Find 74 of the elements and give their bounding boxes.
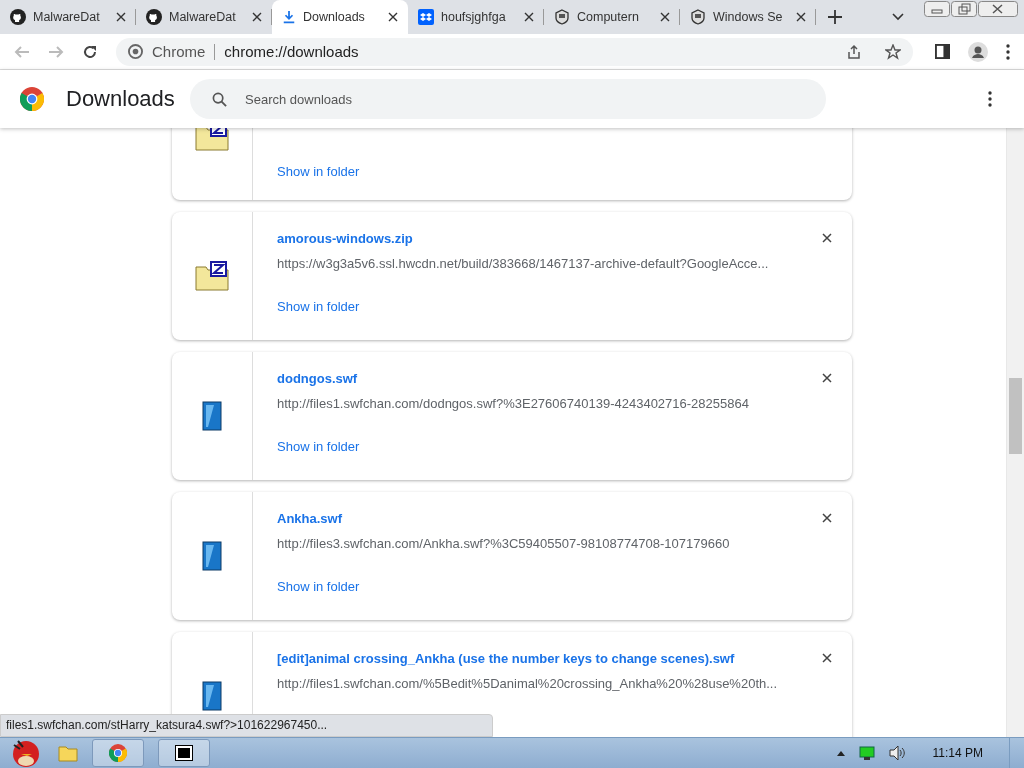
search-icon [212, 91, 227, 107]
close-icon[interactable] [252, 12, 262, 22]
chevron-down-icon[interactable] [892, 13, 904, 21]
browser-tab[interactable]: houfsjghfga [408, 0, 544, 34]
tray-up-arrow-icon[interactable] [836, 750, 845, 756]
close-icon[interactable] [822, 233, 832, 243]
source-url: http://files1.swfchan.com/dodngos.swf?%3E27606740139-4243402716-28255864 [277, 396, 750, 411]
side-panel-icon[interactable] [935, 44, 950, 59]
show-in-folder-link[interactable]: Show in folder [277, 439, 832, 454]
search-field[interactable]: Search downloads [243, 90, 810, 108]
site-label: Chrome [152, 43, 206, 60]
show-in-folder-link[interactable]: Show in folder [277, 299, 832, 314]
tab-title: Computern [577, 10, 640, 24]
source-url: http://files3.swfchan.com/Ankha.swf?%3C59405507-98108774708-107179660 [277, 536, 731, 551]
cat-logo-icon [10, 9, 26, 25]
browser-tab[interactable]: Downloads [272, 0, 408, 34]
source-url: https://w3g3a5v6.ssl.hwcdn.net/build/383668/1467137-archive-default?GoogleAcce... [277, 256, 770, 271]
taskbar-button[interactable] [158, 739, 210, 767]
tab-title: Downloads [303, 10, 366, 24]
cat-logo-icon [146, 9, 162, 25]
box-logo-icon [418, 9, 434, 25]
close-icon[interactable] [822, 653, 832, 663]
show-in-folder-link[interactable]: Show in folder [277, 164, 832, 179]
restore-icon[interactable] [951, 1, 977, 17]
star-icon[interactable] [885, 43, 901, 60]
chrome-logo-icon [20, 87, 44, 111]
close-icon[interactable] [116, 12, 126, 22]
menu-icon[interactable] [1006, 43, 1010, 60]
show-in-folder-link[interactable]: Show in folder [277, 579, 832, 594]
file-name-link[interactable]: Ankha.swf [277, 510, 342, 526]
search-bar[interactable]: Search downloads [190, 79, 826, 119]
share-icon[interactable] [846, 43, 862, 60]
speaker-icon[interactable] [888, 745, 905, 761]
browser-tab[interactable]: Computern [544, 0, 680, 34]
menu-icon[interactable] [988, 91, 992, 107]
file-icon [202, 401, 222, 431]
close-icon[interactable] [822, 373, 832, 383]
close-icon[interactable] [524, 12, 534, 22]
browser-tab[interactable]: MalwareDat [0, 0, 136, 34]
page-title: Downloads [66, 86, 176, 112]
clock[interactable]: 11:14 PM [932, 746, 983, 760]
download-icon [282, 10, 296, 24]
file-name-link[interactable]: [edit]animal crossing_Ankha (use the number keys to change scenes).swf [277, 650, 735, 666]
source-url: http://files1.swfchan.com/%5Bedit%5Danimal%20crossing_Ankha%20%28use%20th... [277, 676, 779, 691]
reload-icon[interactable] [82, 43, 98, 60]
chrome-logo-icon [128, 44, 143, 59]
browser-tab[interactable]: Windows Se [680, 0, 816, 34]
close-icon[interactable] [978, 1, 1018, 17]
close-icon[interactable] [388, 12, 398, 22]
status-bubble: files1.swfchan.com/stHarry_katsura4.swf?>101622967450... [0, 714, 493, 737]
file-icon [202, 681, 222, 711]
url-text: chrome://downloads [224, 43, 359, 60]
file-name-link[interactable]: amorous-windows.zip [277, 230, 413, 246]
network-icon[interactable] [858, 746, 875, 760]
chrome-logo-icon [109, 744, 127, 762]
close-icon[interactable] [660, 12, 670, 22]
profile-avatar-icon[interactable] [968, 41, 988, 62]
address-bar[interactable]: Chrome chrome://downloads [116, 37, 913, 66]
file-name-link[interactable]: dodngos.swf [277, 370, 358, 386]
minimize-icon[interactable] [924, 1, 950, 17]
close-icon[interactable] [822, 513, 832, 523]
tab-title: MalwareDat [169, 10, 237, 24]
tab-title: houfsjghfga [441, 10, 507, 24]
tab-title: Windows Se [713, 10, 784, 24]
archive-app-icon [175, 745, 193, 761]
new-tab-icon[interactable] [828, 10, 842, 24]
file-icon [202, 541, 222, 571]
monitor-badge-icon [690, 9, 706, 25]
close-icon[interactable] [796, 12, 806, 22]
scrollbar[interactable] [1006, 128, 1024, 737]
browser-tab[interactable]: MalwareDat [136, 0, 272, 34]
zip-file-icon [195, 261, 229, 291]
tab-title: MalwareDat [33, 10, 101, 24]
monitor-badge-icon [554, 9, 570, 25]
